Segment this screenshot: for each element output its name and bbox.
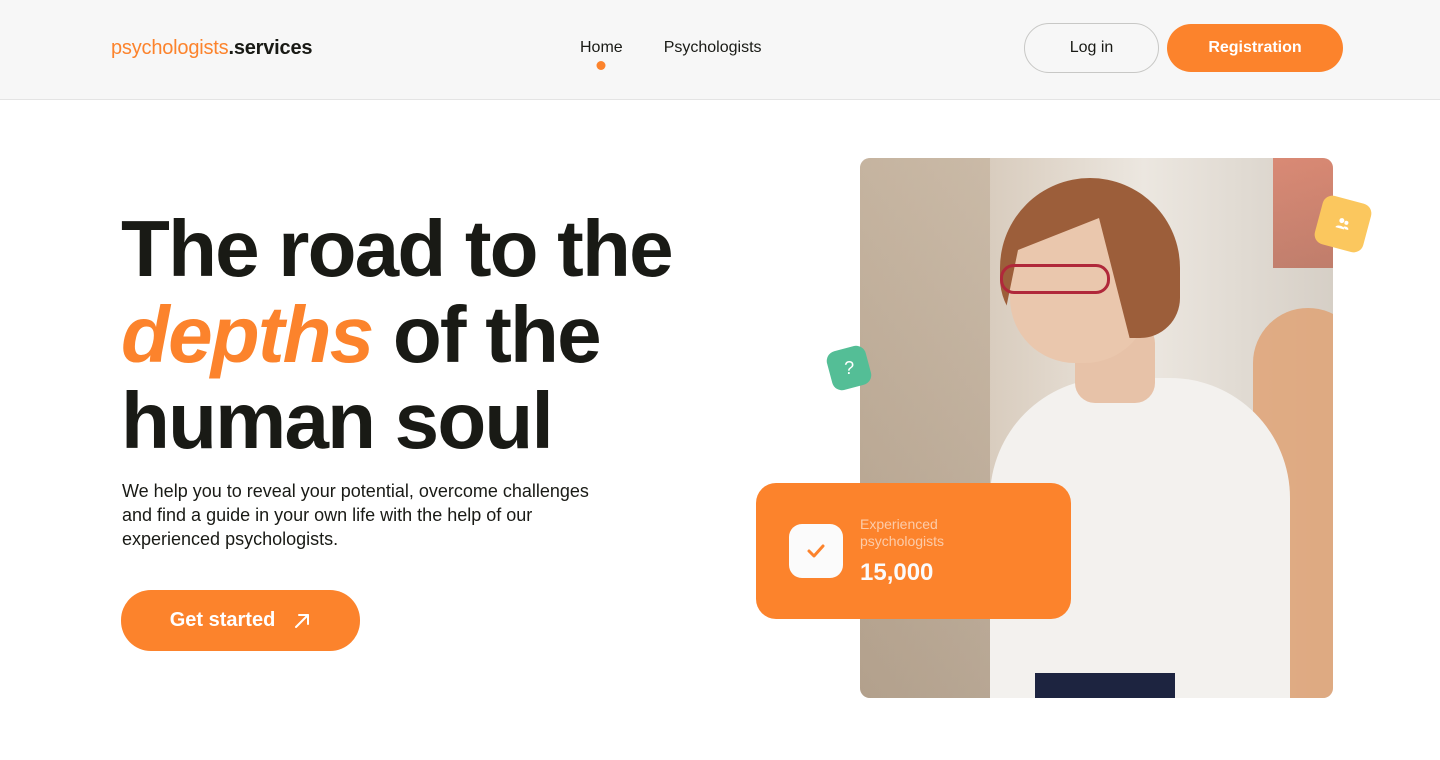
- get-started-button[interactable]: Get started: [121, 590, 360, 651]
- logo-part-1: psychologists: [111, 37, 229, 59]
- stat-card: Experienced psychologists 15,000: [756, 483, 1071, 619]
- main-nav: Home Psychologists: [580, 39, 762, 70]
- registration-button[interactable]: Registration: [1167, 24, 1343, 72]
- stat-value: 15,000: [860, 559, 934, 586]
- hero-title-accent: depths: [121, 290, 374, 379]
- nav-psychologists-label: Psychologists: [663, 39, 762, 56]
- get-started-label: Get started: [169, 609, 276, 631]
- site-header: psychologists.services Home Psychologist…: [0, 0, 1440, 100]
- hero-title: The road to the depths of the human soul: [121, 206, 781, 464]
- question-icon: ?: [843, 357, 855, 378]
- arrow-up-right-icon: [295, 613, 310, 628]
- hero-title-line-3: human soul: [121, 376, 554, 465]
- login-button[interactable]: Log in: [1024, 23, 1159, 73]
- check-badge: [789, 524, 843, 578]
- logo-part-2: .services: [228, 37, 313, 59]
- logo[interactable]: psychologists.services: [111, 37, 313, 60]
- nav-psychologists[interactable]: Psychologists: [664, 39, 762, 57]
- nav-home[interactable]: Home: [580, 39, 623, 70]
- nav-home-label: Home: [580, 39, 623, 56]
- hero-subtitle: We help you to reveal your potential, ov…: [122, 481, 589, 549]
- stat-label: Experienced psychologists: [860, 516, 945, 549]
- active-indicator: [596, 61, 606, 70]
- users-icon: [1335, 218, 1349, 231]
- check-icon: [807, 544, 825, 558]
- hero-title-line-1: The road to the: [121, 204, 674, 293]
- hero-title-line-2: of the: [372, 290, 602, 379]
